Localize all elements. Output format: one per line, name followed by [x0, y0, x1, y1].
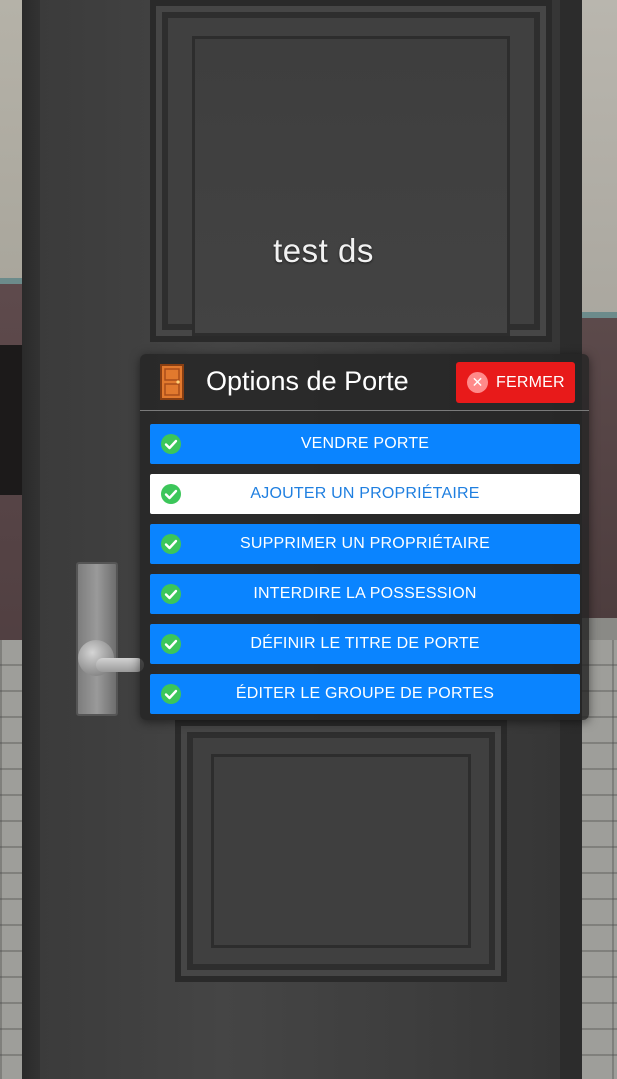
- option-label: AJOUTER UN PROPRIÉTAIRE: [250, 485, 480, 502]
- option-remove-owner[interactable]: SUPPRIMER UN PROPRIÉTAIRE: [150, 524, 580, 564]
- menu-header: Options de Porte ✕ FERMER: [140, 354, 589, 410]
- door-title-label: test ds: [273, 232, 374, 269]
- door-options-menu: Options de Porte ✕ FERMER VENDRE PORTE A…: [140, 354, 589, 720]
- option-label: ÉDITER LE GROUPE DE PORTES: [235, 685, 495, 702]
- close-icon: ✕: [467, 372, 488, 393]
- option-label: DÉFINIR LE TITRE DE PORTE: [250, 635, 480, 652]
- option-edit-door-group[interactable]: ÉDITER LE GROUPE DE PORTES: [150, 674, 580, 714]
- close-button[interactable]: ✕ FERMER: [456, 362, 575, 403]
- option-set-door-title[interactable]: DÉFINIR LE TITRE DE PORTE: [150, 624, 580, 664]
- close-button-label: FERMER: [496, 373, 565, 391]
- option-disallow-ownership[interactable]: INTERDIRE LA POSSESSION: [150, 574, 580, 614]
- option-label: VENDRE PORTE: [300, 435, 430, 452]
- header-divider: [140, 410, 589, 411]
- option-add-owner[interactable]: AJOUTER UN PROPRIÉTAIRE: [150, 474, 580, 514]
- option-label: SUPPRIMER UN PROPRIÉTAIRE: [239, 535, 491, 552]
- menu-title: Options de Porte: [206, 366, 409, 396]
- door-handle-lever: [96, 658, 144, 672]
- door-lock-plate: [76, 562, 118, 716]
- door-panel-bottom: [175, 720, 507, 982]
- door-panel-top: [150, 0, 552, 342]
- door-icon: [160, 364, 184, 400]
- option-label: INTERDIRE LA POSSESSION: [253, 585, 477, 602]
- option-sell-door[interactable]: VENDRE PORTE: [150, 424, 580, 464]
